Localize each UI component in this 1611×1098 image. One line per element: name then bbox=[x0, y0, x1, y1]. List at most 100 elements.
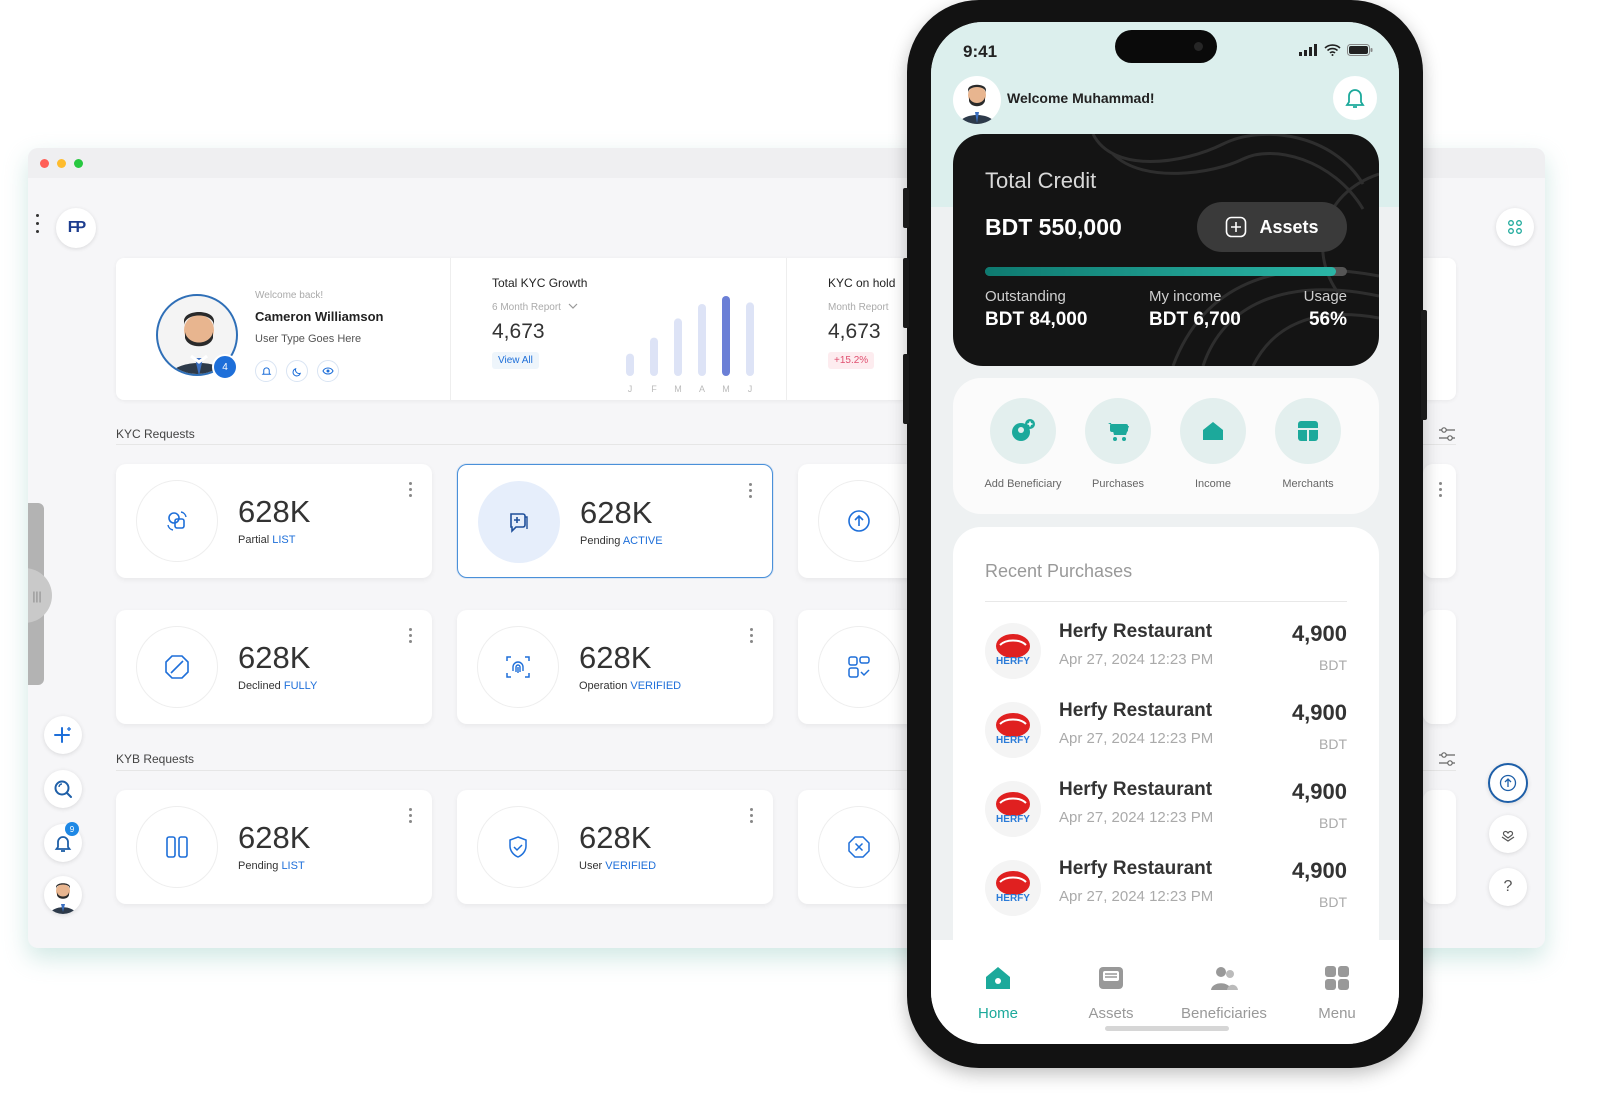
period-label: 6 Month Report bbox=[492, 302, 561, 313]
search-button[interactable] bbox=[44, 770, 82, 808]
kyc-card-declined[interactable]: 628K Declined FULLY bbox=[116, 610, 432, 724]
card-menu-icon[interactable] bbox=[750, 808, 753, 823]
search-icon bbox=[54, 780, 72, 798]
kyc-card-operation[interactable]: 628K Operation VERIFIED bbox=[457, 610, 773, 724]
card-tag[interactable]: VERIFIED bbox=[605, 860, 656, 872]
heart-hands-button[interactable] bbox=[1489, 815, 1527, 853]
card-tag[interactable]: FULLY bbox=[284, 680, 317, 692]
usage-value: 56% bbox=[1308, 309, 1347, 330]
card-tag[interactable]: ACTIVE bbox=[623, 535, 663, 547]
sidebar-menu-icon[interactable] bbox=[36, 214, 40, 233]
total-credit-title: Total Credit bbox=[985, 168, 1097, 193]
merchant-logo: HERFY bbox=[985, 702, 1041, 758]
income-value: BDT 6,700 bbox=[1149, 309, 1241, 330]
quick-action-label: Merchants bbox=[1282, 478, 1334, 490]
phone-user-avatar[interactable] bbox=[953, 76, 1001, 124]
growth-month-label: J bbox=[748, 384, 753, 394]
user-avatar-button[interactable] bbox=[44, 876, 82, 914]
stage: FP ||| 9 ? 4 Welcome back! Cameron Willi… bbox=[0, 0, 1611, 1098]
mute-switch bbox=[903, 188, 909, 228]
svg-text:HERFY: HERFY bbox=[996, 656, 1030, 667]
swap-circles-icon bbox=[167, 511, 187, 531]
filter-sliders-icon[interactable] bbox=[1438, 426, 1456, 442]
kyb-card-user-verified[interactable]: 628K User VERIFIED bbox=[457, 790, 773, 904]
minimize-window-button[interactable] bbox=[57, 158, 66, 168]
profile-name: Cameron Williamson bbox=[255, 309, 384, 324]
purchase-amount: 4,900 bbox=[1291, 779, 1347, 804]
sidebar-drag-handle[interactable]: ||| bbox=[28, 568, 52, 623]
card-icon-circle bbox=[477, 806, 559, 888]
phone-welcome: Welcome Muhammad! bbox=[1007, 90, 1155, 106]
purchase-item[interactable]: HERFY Herfy Restaurant Apr 27, 2024 12:2… bbox=[985, 617, 1347, 687]
avatar bbox=[959, 84, 995, 124]
logo-text: FP bbox=[67, 219, 87, 236]
maximize-window-button[interactable] bbox=[74, 158, 83, 168]
purchase-merchant: Herfy Restaurant bbox=[1059, 858, 1213, 879]
card-menu-icon[interactable] bbox=[749, 483, 752, 498]
status-time: 9:41 bbox=[963, 42, 998, 61]
merchant-logo: HERFY bbox=[985, 781, 1041, 837]
welcome-back-text: Welcome back! bbox=[255, 290, 324, 301]
card-tag[interactable]: VERIFIED bbox=[630, 680, 681, 692]
card-menu-icon[interactable] bbox=[409, 628, 412, 643]
svg-text:HERFY: HERFY bbox=[996, 814, 1030, 825]
app-logo[interactable]: FP bbox=[56, 208, 96, 248]
dark-mode-button[interactable] bbox=[286, 360, 308, 382]
apps-grid-button[interactable] bbox=[1496, 208, 1534, 246]
purchase-item[interactable]: HERFY Herfy Restaurant Apr 27, 2024 12:2… bbox=[985, 696, 1347, 766]
growth-bar bbox=[626, 353, 634, 376]
wifi-icon bbox=[1324, 44, 1341, 56]
kyc-card-partial-hidden[interactable] bbox=[1423, 610, 1456, 724]
scroll-top-button[interactable] bbox=[1488, 763, 1528, 803]
outstanding-label: Outstanding bbox=[985, 288, 1066, 305]
kyc-growth-period-select[interactable]: 6 Month Report bbox=[492, 302, 578, 313]
card-icon-circle bbox=[818, 626, 900, 708]
profile-section: 4 Welcome back! Cameron Williamson User … bbox=[116, 258, 451, 400]
quick-action-purchases[interactable]: Purchases bbox=[1073, 398, 1163, 490]
cart-icon bbox=[1108, 423, 1129, 441]
purchase-item[interactable]: HERFY Herfy Restaurant Apr 27, 2024 12:2… bbox=[985, 854, 1347, 924]
visibility-button[interactable] bbox=[317, 360, 339, 382]
kyc-card-partial[interactable]: 628K Partial LIST bbox=[116, 464, 432, 578]
card-tag[interactable]: LIST bbox=[281, 860, 304, 872]
notifications-button[interactable]: 9 bbox=[44, 822, 82, 862]
help-button[interactable]: ? bbox=[1489, 868, 1527, 906]
home-indicator bbox=[1105, 1026, 1229, 1031]
close-window-button[interactable] bbox=[40, 158, 49, 168]
card-value: 628K bbox=[238, 494, 311, 529]
card-label: Pending ACTIVE bbox=[580, 535, 663, 547]
kyc-card-partial-hidden[interactable] bbox=[1423, 464, 1456, 578]
quick-action-merchants[interactable]: Merchants bbox=[1263, 398, 1353, 490]
card-value: 628K bbox=[238, 640, 311, 675]
profile-bell-button[interactable] bbox=[255, 360, 277, 382]
assets-button[interactable]: Assets bbox=[1197, 202, 1347, 252]
card-menu-icon[interactable] bbox=[1439, 482, 1442, 497]
kyc-growth-title: Total KYC Growth bbox=[492, 276, 588, 290]
phone-notifications-button[interactable] bbox=[1333, 76, 1377, 120]
tab-menu[interactable]: Menu bbox=[1287, 964, 1387, 1022]
quick-action-income[interactable]: Income bbox=[1168, 398, 1258, 490]
tab-beneficiaries[interactable]: Beneficiaries bbox=[1174, 964, 1274, 1022]
tab-home[interactable]: Home bbox=[948, 964, 1048, 1022]
kyc-hold-change-badge: +15.2% bbox=[828, 352, 875, 369]
growth-bar bbox=[722, 296, 730, 376]
purchase-item[interactable]: HERFY Herfy Restaurant Apr 27, 2024 12:2… bbox=[985, 775, 1347, 845]
kyc-card-pending[interactable]: 628K Pending ACTIVE bbox=[457, 464, 773, 578]
card-menu-icon[interactable] bbox=[750, 628, 753, 643]
status-icons bbox=[1298, 44, 1373, 56]
growth-month-label: M bbox=[674, 384, 682, 394]
view-all-link[interactable]: View All bbox=[492, 352, 539, 369]
kyb-card-partial-hidden[interactable] bbox=[1423, 790, 1456, 904]
tab-assets[interactable]: Assets bbox=[1061, 964, 1161, 1022]
card-label-text: Operation bbox=[579, 680, 628, 692]
dynamic-island bbox=[1115, 30, 1217, 63]
filter-sliders-icon[interactable] bbox=[1438, 751, 1456, 767]
kyb-card-pending[interactable]: 628K Pending LIST bbox=[116, 790, 432, 904]
purchase-date: Apr 27, 2024 12:23 PM bbox=[1059, 809, 1214, 826]
card-menu-icon[interactable] bbox=[409, 808, 412, 823]
card-tag[interactable]: LIST bbox=[272, 534, 295, 546]
add-sparkle-button[interactable] bbox=[44, 716, 82, 754]
quick-action-label: Income bbox=[1194, 478, 1232, 490]
quick-action-add-beneficiary[interactable]: Add Beneficiary bbox=[978, 398, 1068, 490]
card-menu-icon[interactable] bbox=[409, 482, 412, 497]
